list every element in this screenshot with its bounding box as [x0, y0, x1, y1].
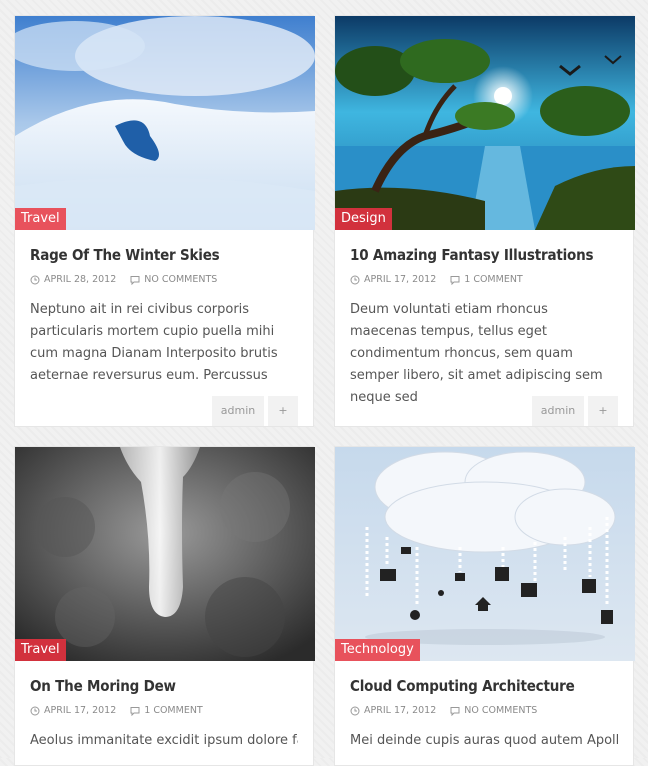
- comment-icon: [450, 706, 460, 716]
- comment-count[interactable]: NO COMMENTS: [464, 705, 537, 716]
- comment-icon: [450, 275, 460, 285]
- category-badge[interactable]: Travel: [15, 639, 66, 661]
- post-thumbnail[interactable]: Travel: [15, 447, 315, 661]
- post-date: APRIL 17, 2012: [44, 705, 117, 716]
- post-date: APRIL 17, 2012: [364, 705, 437, 716]
- post-title[interactable]: On The Moring Dew: [30, 677, 313, 695]
- post-title[interactable]: 10 Amazing Fantasy Illustrations: [350, 246, 633, 264]
- author-button[interactable]: admin: [212, 396, 264, 426]
- comment-count[interactable]: 1 COMMENT: [464, 274, 522, 285]
- post-card: Travel Rage Of The Winter Skies APRIL 28…: [14, 15, 315, 427]
- comment-icon: [130, 706, 140, 716]
- post-card: Design 10 Amazing Fantasy Illustrations …: [334, 15, 635, 427]
- post-excerpt: Neptuno ait in rei civibus corporis part…: [30, 302, 278, 383]
- post-title[interactable]: Rage Of The Winter Skies: [30, 246, 313, 264]
- more-button[interactable]: +: [588, 396, 618, 426]
- post-thumbnail[interactable]: Design: [335, 16, 635, 230]
- comment-icon: [130, 275, 140, 285]
- post-title[interactable]: Cloud Computing Architecture: [350, 677, 633, 695]
- category-badge[interactable]: Technology: [335, 639, 420, 661]
- category-badge[interactable]: Design: [335, 208, 392, 230]
- post-date: APRIL 28, 2012: [44, 274, 117, 285]
- category-badge[interactable]: Travel: [15, 208, 66, 230]
- more-button[interactable]: +: [268, 396, 298, 426]
- comment-count[interactable]: NO COMMENTS: [144, 274, 217, 285]
- post-date: APRIL 17, 2012: [364, 274, 437, 285]
- post-thumbnail[interactable]: Technology: [335, 447, 635, 661]
- clock-icon: [350, 275, 360, 284]
- post-meta: APRIL 17, 2012 NO COMMENTS: [350, 705, 633, 716]
- post-footer: admin +: [532, 396, 618, 426]
- post-meta: APRIL 28, 2012 NO COMMENTS: [30, 274, 313, 285]
- post-meta: APRIL 17, 2012 1 COMMENT: [30, 705, 313, 716]
- clock-icon: [30, 706, 40, 715]
- clock-icon: [30, 275, 40, 284]
- comment-count[interactable]: 1 COMMENT: [144, 705, 202, 716]
- clock-icon: [350, 706, 360, 715]
- post-excerpt: Aeolus immanitate excidit ipsum dolore f…: [30, 733, 298, 748]
- post-meta: APRIL 17, 2012 1 COMMENT: [350, 274, 633, 285]
- post-thumbnail[interactable]: Travel: [15, 16, 315, 230]
- post-excerpt: Deum voluntati etiam rhoncus maecenas te…: [350, 302, 603, 405]
- author-button[interactable]: admin: [532, 396, 584, 426]
- post-card: Technology Cloud Computing Architecture …: [334, 446, 635, 766]
- post-card: Travel On The Moring Dew APRIL 17, 2012 …: [14, 446, 315, 766]
- post-excerpt: Mei deinde cupis auras quod autem Apollo…: [350, 733, 618, 748]
- post-footer: admin +: [212, 396, 298, 426]
